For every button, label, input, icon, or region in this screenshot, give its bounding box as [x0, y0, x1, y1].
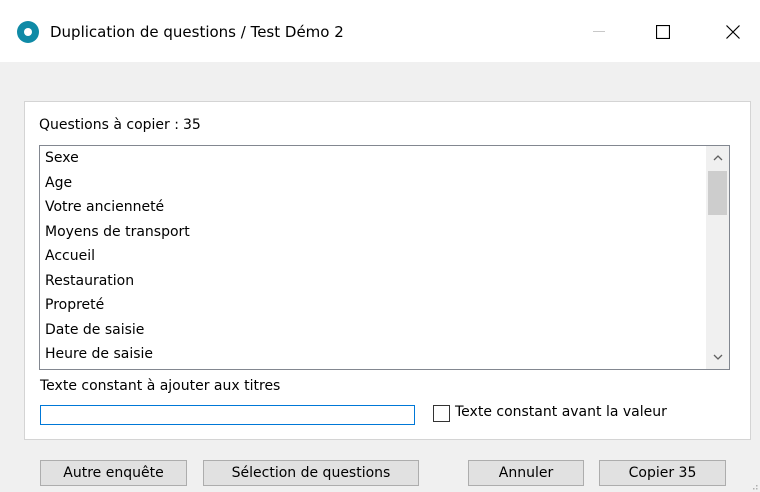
list-item[interactable]: Date de saisie: [40, 318, 704, 343]
constant-text-input[interactable]: [40, 405, 415, 425]
other-survey-button[interactable]: Autre enquête: [40, 460, 187, 486]
list-scrollbar[interactable]: [706, 146, 729, 369]
list-item[interactable]: Age: [40, 171, 704, 196]
app-logo-icon: [17, 21, 39, 43]
questions-count-text: Questions à copier :: [39, 117, 179, 133]
dialog-window: Duplication de questions / Test Démo 2 Q…: [0, 0, 760, 492]
chevron-up-icon: [713, 155, 722, 161]
questions-count-value: 35: [182, 117, 201, 133]
list-item[interactable]: Accueil: [40, 244, 704, 269]
chevron-down-icon: [713, 354, 722, 360]
minimize-icon: [593, 31, 605, 32]
list-item[interactable]: Heure de saisie: [40, 342, 704, 367]
constant-before-value-label[interactable]: Texte constant avant la valeur: [455, 404, 667, 420]
maximize-button[interactable]: [640, 16, 686, 48]
window-title: Duplication de questions / Test Démo 2: [50, 23, 344, 41]
questions-list[interactable]: Sexe Age Votre ancienneté Moyens de tran…: [39, 145, 730, 370]
list-item[interactable]: Restauration: [40, 269, 704, 294]
scroll-thumb[interactable]: [708, 171, 727, 215]
close-icon: [726, 25, 740, 39]
constant-text-label: Texte constant à ajouter aux titres: [40, 378, 281, 394]
scroll-down-button[interactable]: [706, 345, 729, 369]
select-questions-button[interactable]: Sélection de questions: [203, 460, 419, 486]
resize-grip-icon[interactable]: [748, 480, 758, 490]
questions-count-label: Questions à copier :35: [39, 117, 201, 133]
maximize-icon: [656, 25, 670, 39]
constant-before-value-checkbox[interactable]: [433, 405, 450, 422]
title-bar[interactable]: Duplication de questions / Test Démo 2: [0, 0, 760, 62]
list-item[interactable]: Moyens de transport: [40, 220, 704, 245]
list-item[interactable]: Propreté: [40, 293, 704, 318]
copy-button[interactable]: Copier 35: [599, 460, 726, 486]
close-button[interactable]: [710, 16, 756, 48]
cancel-button[interactable]: Annuler: [468, 460, 584, 486]
list-item[interactable]: Sexe: [40, 146, 704, 171]
list-item[interactable]: Votre ancienneté: [40, 195, 704, 220]
minimize-button[interactable]: [576, 16, 622, 48]
scroll-up-button[interactable]: [706, 146, 729, 170]
